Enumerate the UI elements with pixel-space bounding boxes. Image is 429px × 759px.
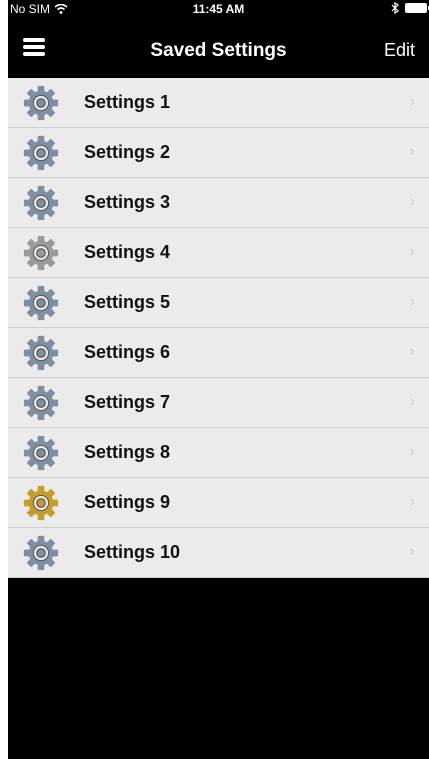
- list-item-label: Settings 1: [84, 92, 171, 112]
- chevron-right-icon: ›: [409, 493, 415, 510]
- nav-bar: Saved Settings Edit: [8, 18, 429, 76]
- list-item-label: Settings 9: [84, 492, 171, 512]
- gear-icon: [23, 435, 59, 470]
- list-item[interactable]: Settings 7 ›: [8, 378, 429, 428]
- gear-icon: [23, 85, 59, 120]
- list-item-label: Settings 5: [84, 292, 171, 312]
- list-item[interactable]: Settings 6 ›: [8, 328, 429, 378]
- status-bar: No SIM 11:45 AM: [8, 0, 429, 18]
- list-item-label: Settings 10: [84, 542, 181, 562]
- bluetooth-icon: [391, 2, 399, 14]
- chevron-right-icon: ›: [409, 193, 415, 210]
- gear-icon: [23, 185, 59, 220]
- list-item[interactable]: Settings 2 ›: [8, 128, 429, 178]
- chevron-right-icon: ›: [409, 393, 415, 410]
- gear-icon: [23, 235, 59, 270]
- chevron-right-icon: ›: [409, 143, 415, 160]
- list-item-label: Settings 4: [84, 242, 171, 262]
- list-item-label: Settings 6: [84, 342, 171, 362]
- gear-icon: [23, 485, 59, 520]
- list-item-label: Settings 2: [84, 142, 171, 162]
- list-item[interactable]: Settings 3 ›: [8, 178, 429, 228]
- gear-icon: [23, 335, 59, 370]
- chevron-right-icon: ›: [409, 293, 415, 310]
- list-item[interactable]: Settings 10 ›: [8, 528, 429, 578]
- battery-icon: [405, 3, 429, 13]
- gear-icon: [23, 535, 59, 570]
- list-item-label: Settings 3: [84, 192, 171, 212]
- list-item[interactable]: Settings 1 ›: [8, 78, 429, 128]
- chevron-right-icon: ›: [409, 543, 415, 560]
- gear-icon: [23, 285, 59, 320]
- chevron-right-icon: ›: [409, 93, 415, 110]
- status-time: 11:45 AM: [192, 2, 245, 16]
- gear-icon: [23, 135, 59, 170]
- list-item[interactable]: Settings 5 ›: [8, 278, 429, 328]
- list-item[interactable]: Settings 4 ›: [8, 228, 429, 278]
- gear-icon: [23, 385, 59, 420]
- status-right: [391, 2, 429, 14]
- edit-button[interactable]: Edit: [384, 40, 415, 61]
- list-item[interactable]: Settings 9 ›: [8, 478, 429, 528]
- page-title: Saved Settings: [150, 40, 287, 61]
- phone-screen: No SIM 11:45 AM Saved Settings Edit Sett…: [8, 0, 429, 759]
- chevron-right-icon: ›: [409, 443, 415, 460]
- settings-list: Settings 1 › Settings 2 › Settings 3 › Setting…: [8, 78, 429, 578]
- list-item-label: Settings 7: [84, 392, 171, 412]
- list-item-label: Settings 8: [84, 442, 171, 462]
- chevron-right-icon: ›: [409, 243, 415, 260]
- list-item[interactable]: Settings 8 ›: [8, 428, 429, 478]
- chevron-right-icon: ›: [409, 343, 415, 360]
